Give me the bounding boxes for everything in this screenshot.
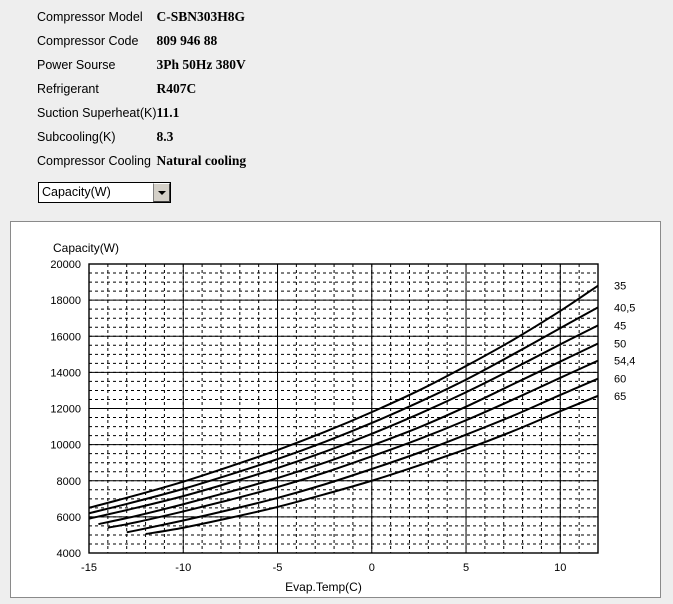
- spec-value-refrigerant: R407C: [156, 81, 197, 96]
- y-tick-label: 6000: [57, 512, 81, 524]
- y-tick-label: 8000: [57, 476, 81, 488]
- table-row: Power Sourse 3Ph 50Hz 380V: [37, 53, 246, 77]
- table-row: Compressor Cooling Natural cooling: [37, 149, 246, 173]
- table-row: Compressor Code 809 946 88: [37, 29, 246, 53]
- table-row: Compressor Model C-SBN303H8G: [37, 5, 246, 29]
- capacity-chart-panel: -15 -10 -5 0 5 10 4000 6000 8000 10000 12000 14000…: [10, 221, 661, 598]
- chevron-down-icon: [157, 190, 166, 195]
- y-tick-label: 20000: [50, 259, 81, 271]
- y-tick-label: 18000: [50, 295, 81, 307]
- table-row: Subcooling(K) 8.3: [37, 125, 246, 149]
- compressor-performance-window: Compressor Model C-SBN303H8G Compressor …: [0, 0, 673, 604]
- y-tick-label: 4000: [57, 548, 81, 560]
- chart-type-select[interactable]: Capacity(W): [38, 182, 171, 203]
- series-curve: [89, 284, 598, 509]
- y-tick-label: 16000: [50, 331, 81, 343]
- series-curve: [89, 306, 598, 515]
- chart-y-tick-labels: 4000 6000 8000 10000 12000 14000 16000 18000 200…: [50, 259, 81, 560]
- spec-value-compressor-model: C-SBN303H8G: [156, 9, 246, 24]
- legend-item-40,5: 40,5: [614, 302, 635, 314]
- x-tick-label: 0: [369, 562, 375, 574]
- spec-table-body: Compressor Model C-SBN303H8G Compressor …: [37, 5, 246, 173]
- y-tick-label: 10000: [50, 440, 81, 452]
- chart-type-select-button[interactable]: [153, 183, 170, 202]
- spec-label-compressor-code: Compressor Code: [37, 34, 139, 48]
- spec-label-compressor-cooling: Compressor Cooling: [37, 154, 151, 168]
- legend-item-60: 60: [614, 374, 626, 386]
- spec-value-compressor-code: 809 946 88: [156, 33, 218, 48]
- y-tick-label: 12000: [50, 404, 81, 416]
- legend-item-35: 35: [614, 281, 626, 293]
- spec-label-suction-superheat: Suction Superheat(K): [37, 106, 157, 120]
- spec-value-compressor-cooling: Natural cooling: [156, 153, 247, 168]
- x-tick-label: 5: [463, 562, 469, 574]
- series-curve: [126, 377, 598, 534]
- spec-value-power-sourse: 3Ph 50Hz 380V: [156, 57, 246, 72]
- chart-x-tick-labels: -15 -10 -5 0 5 10: [81, 562, 566, 574]
- compressor-spec-table: Compressor Model C-SBN303H8G Compressor …: [37, 5, 246, 173]
- x-tick-label: -15: [81, 562, 97, 574]
- x-tick-label: -10: [175, 562, 191, 574]
- chart-x-axis-title: Evap.Temp(C): [285, 580, 362, 594]
- spec-label-power-sourse: Power Sourse: [37, 58, 116, 72]
- table-row: Refrigerant R407C: [37, 77, 246, 101]
- chart-y-axis-title: Capacity(W): [53, 241, 119, 255]
- legend-item-45: 45: [614, 320, 626, 332]
- chart-series-curves: [89, 284, 598, 536]
- y-tick-label: 14000: [50, 367, 81, 379]
- spec-label-subcooling: Subcooling(K): [37, 130, 116, 144]
- legend-item-54,4: 54,4: [614, 356, 635, 368]
- x-tick-label: -5: [273, 562, 283, 574]
- legend-item-50: 50: [614, 338, 626, 350]
- chart-type-select-value[interactable]: Capacity(W): [39, 183, 153, 202]
- spec-label-compressor-model: Compressor Model: [37, 10, 143, 24]
- capacity-vs-evap-temp-chart: -15 -10 -5 0 5 10 4000 6000 8000 10000 12000 14000…: [50, 241, 635, 594]
- x-tick-label: 10: [554, 562, 566, 574]
- chart-legend: 35 40,5 45 50 54,4 60 65: [614, 281, 635, 403]
- table-row: Suction Superheat(K) 11.1: [37, 101, 246, 125]
- spec-value-subcooling: 8.3: [156, 129, 174, 144]
- spec-label-refrigerant: Refrigerant: [37, 82, 99, 96]
- legend-item-65: 65: [614, 391, 626, 403]
- spec-value-suction-superheat: 11.1: [156, 105, 180, 120]
